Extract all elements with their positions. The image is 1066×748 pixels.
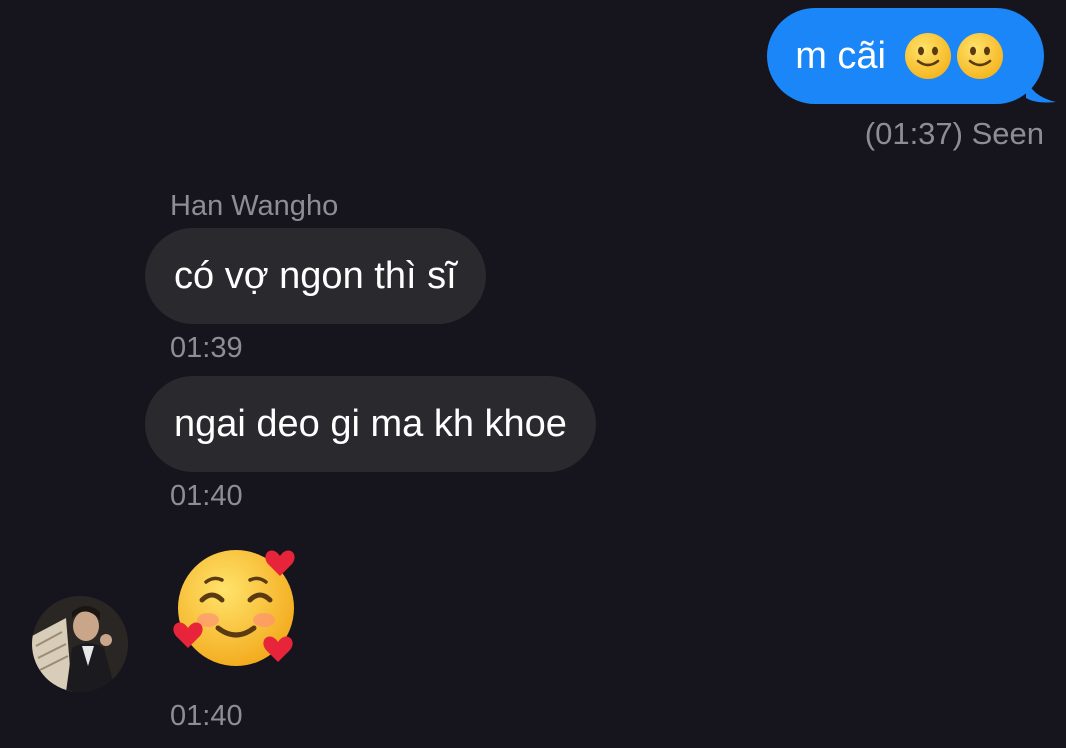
incoming-message-bubble[interactable]: ngai deo gi ma kh khoe xyxy=(145,376,596,472)
avatar[interactable] xyxy=(32,596,128,692)
outgoing-message-bubble[interactable]: m cãi xyxy=(767,8,1056,104)
slightly-smiling-face-emoji xyxy=(905,33,951,79)
incoming-message-text: ngai deo gi ma kh khoe xyxy=(174,402,567,445)
smiling-face-with-hearts-emoji[interactable] xyxy=(168,542,308,674)
message-timestamp: 01:40 xyxy=(170,480,243,512)
bubble-tail xyxy=(1026,76,1056,103)
outgoing-message-text: m cãi xyxy=(795,34,886,77)
slightly-smiling-face-emoji xyxy=(957,33,1003,79)
message-timestamp: 01:40 xyxy=(170,700,243,732)
chat-thread: m cãi (01:37) Seen Han Wangho có vợ ngon… xyxy=(0,0,1066,748)
incoming-message-bubble[interactable]: có vợ ngon thì sĩ xyxy=(145,228,486,324)
message-timestamp: 01:39 xyxy=(170,332,243,364)
message-status: (01:37) Seen xyxy=(864,116,1044,151)
incoming-message-text: có vợ ngon thì sĩ xyxy=(174,254,457,297)
avatar-photo xyxy=(32,596,128,692)
sender-name: Han Wangho xyxy=(170,190,339,222)
